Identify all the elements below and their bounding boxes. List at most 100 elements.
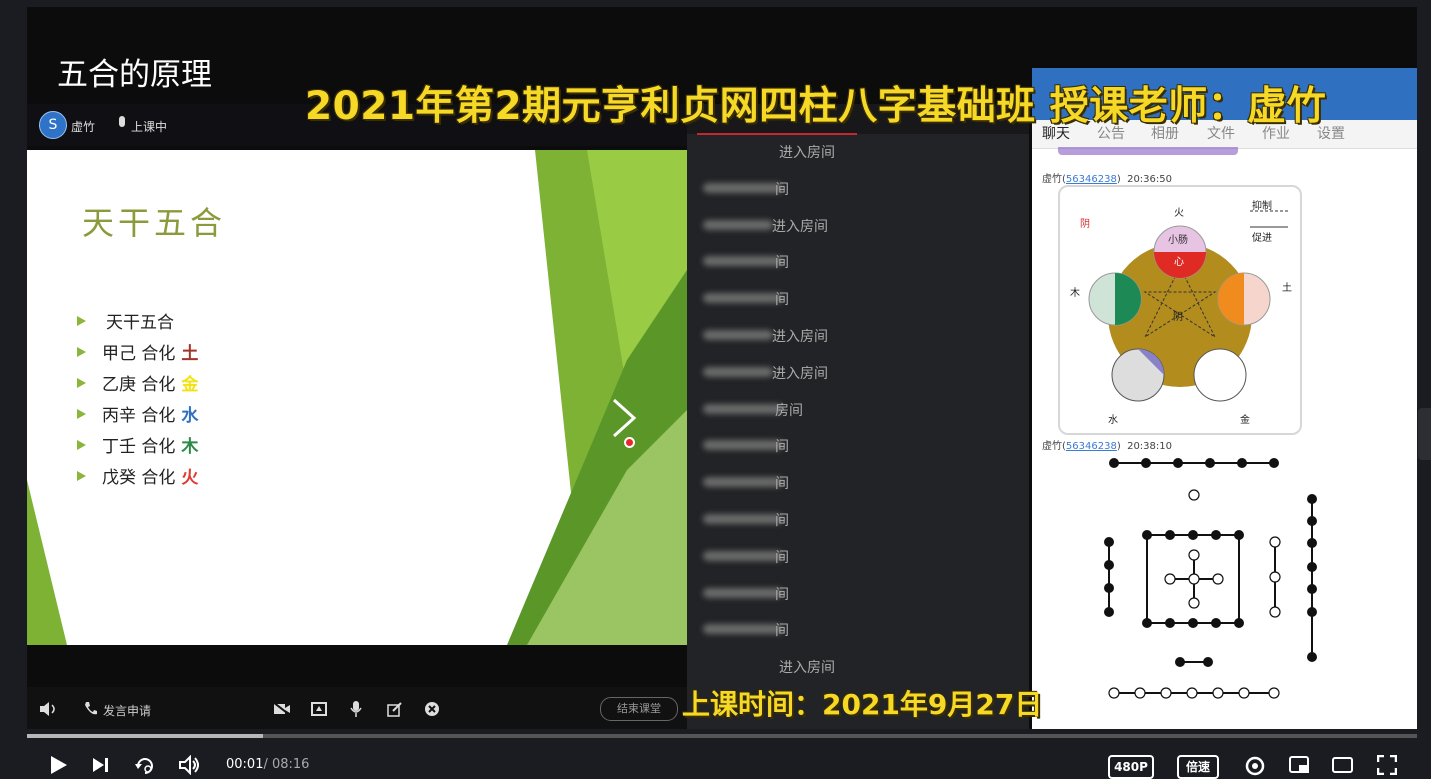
- camera-off-icon[interactable]: [273, 702, 291, 716]
- blurred-username: [703, 550, 783, 561]
- chat-user-id-link[interactable]: 56346238: [1066, 174, 1117, 185]
- bullet-item: 乙庚 合化金: [77, 367, 198, 398]
- room-event-item: 间: [775, 292, 789, 309]
- room-event-item: 间: [775, 181, 789, 198]
- blurred-username: [703, 330, 773, 340]
- element-earth-label: 土: [1282, 283, 1292, 294]
- teacher-avatar: S: [39, 111, 67, 139]
- yin-label: 阴: [1080, 219, 1090, 230]
- room-event-item: 间: [775, 549, 789, 566]
- blurred-username: [703, 514, 783, 524]
- heart-label: 心: [1174, 257, 1184, 268]
- room-event-item: 进入房间: [772, 218, 828, 235]
- theater-mode-icon[interactable]: [1332, 755, 1354, 775]
- blurred-username: [703, 624, 783, 635]
- hetu-dots-diagram[interactable]: [1092, 457, 1352, 707]
- active-tab-indicator: [697, 133, 857, 135]
- slide-title: 天干五合: [82, 204, 227, 242]
- blurred-username: [703, 293, 783, 304]
- blurred-username: [703, 182, 783, 193]
- video-frame[interactable]: S 虚竹 上课中 天干五合 天干五合 甲己 合化土 乙庚 合化金 丙辛 合化水 …: [27, 7, 1417, 729]
- blurred-username: [703, 256, 783, 267]
- bullet-text: 丙辛 合化: [102, 406, 176, 426]
- teacher-name: 虚竹: [71, 120, 96, 134]
- chat-time: 20:36:50: [1127, 174, 1172, 185]
- room-event-item: 间: [775, 255, 789, 272]
- bullet-text: 甲己 合化: [102, 344, 176, 364]
- playback-speed-button[interactable]: 倍速: [1177, 755, 1219, 779]
- room-event-item: 间: [775, 476, 789, 493]
- bullet-item: 丁壬 合化木: [77, 429, 198, 460]
- bullet-element: 金: [181, 375, 199, 395]
- five-elements-diagram[interactable]: 抑制 促进 阴 小肠 心 阴 火 土 金 水 木: [1058, 185, 1302, 435]
- legend-suppress: 抑制: [1252, 201, 1272, 212]
- playback-time: 00:01/ 08:16: [226, 757, 309, 772]
- chat-user: 虚竹: [1042, 441, 1062, 452]
- room-event-item: 进入房间: [772, 329, 828, 345]
- volume-icon[interactable]: [178, 755, 202, 775]
- bullet-marker-icon: [77, 377, 86, 388]
- blurred-username: [703, 440, 783, 451]
- presentation-slide: 天干五合 天干五合 甲己 合化土 乙庚 合化金 丙辛 合化水 丁壬 合化木 戊癸…: [27, 150, 687, 645]
- element-wood-label: 木: [1070, 288, 1080, 299]
- bullet-element: 水: [181, 406, 199, 426]
- blurred-username: [703, 219, 773, 230]
- play-icon[interactable]: [48, 755, 68, 775]
- blurred-username: [703, 366, 773, 377]
- bullet-element: 木: [181, 437, 199, 457]
- legend-promote: 促进: [1252, 233, 1272, 244]
- screen-share-icon[interactable]: [311, 702, 327, 716]
- room-event-item: 间: [775, 439, 789, 456]
- bullet-text: 天干五合: [106, 313, 174, 333]
- tools-icon[interactable]: [424, 701, 441, 718]
- room-event-item: 进入房间: [772, 365, 828, 382]
- bullet-element: 土: [181, 344, 199, 364]
- video-title: 五合的原理: [57, 57, 212, 93]
- chat-user-id-link[interactable]: 56346238: [1066, 441, 1117, 452]
- bullet-item: 天干五合: [77, 305, 198, 336]
- quality-button[interactable]: 480P: [1108, 755, 1154, 779]
- settings-icon[interactable]: [1244, 755, 1266, 777]
- bullet-text: 戊癸 合化: [102, 468, 176, 488]
- bullet-item: 戊癸 合化火: [77, 460, 198, 491]
- next-video-icon[interactable]: [91, 755, 111, 775]
- fullscreen-icon[interactable]: [1377, 755, 1397, 775]
- side-panel-handle[interactable]: [1418, 408, 1431, 460]
- current-time: 00:01: [226, 757, 264, 772]
- room-event-item: 房间: [775, 402, 803, 419]
- next-slide-icon[interactable]: [610, 398, 638, 438]
- total-time: / 08:16: [263, 757, 310, 772]
- chat-message-meta: 虚竹(56346238) 20:38:10: [1042, 441, 1172, 452]
- chat-prev-message: [1058, 147, 1238, 155]
- room-event-item: 进入房间: [779, 145, 835, 161]
- center-label: 阴: [1173, 312, 1183, 323]
- apply-speak-button[interactable]: 发言申请: [103, 702, 151, 719]
- speaker-icon[interactable]: [39, 701, 57, 717]
- bullet-marker-icon: [77, 315, 86, 326]
- edit-icon[interactable]: [387, 702, 402, 717]
- attendee-panel: [687, 104, 1029, 729]
- slide-bullet-list: 天干五合 甲己 合化土 乙庚 合化金 丙辛 合化水 丁壬 合化木 戊癸 合化火: [77, 305, 198, 491]
- blurred-username: [703, 477, 783, 488]
- microphone-icon[interactable]: [350, 700, 362, 718]
- phone-icon[interactable]: [84, 701, 98, 716]
- bullet-marker-icon: [77, 408, 86, 419]
- room-event-item: 间: [775, 586, 789, 603]
- blurred-username: [703, 587, 783, 598]
- class-date-banner: 上课时间：2021年9月27日: [682, 688, 1043, 721]
- room-event-item: 间: [775, 513, 789, 529]
- blurred-username: [703, 403, 783, 414]
- course-banner: 2021年第2期元亨利贞网四柱八字基础班 授课老师：虚竹: [305, 84, 1327, 129]
- element-water-label: 水: [1108, 415, 1118, 426]
- small-intestine-label: 小肠: [1168, 235, 1188, 246]
- picture-in-picture-icon[interactable]: [1289, 755, 1311, 775]
- class-status: 上课中: [131, 120, 168, 134]
- bullet-text: 丁壬 合化: [102, 437, 176, 457]
- progress-fill: [27, 734, 264, 738]
- element-fire-label: 火: [1174, 208, 1184, 219]
- element-metal-label: 金: [1240, 415, 1250, 426]
- chat-user: 虚竹: [1042, 174, 1062, 185]
- loop-icon[interactable]: [134, 755, 156, 777]
- end-class-button[interactable]: 结束课堂: [600, 697, 678, 721]
- bullet-marker-icon: [77, 346, 86, 357]
